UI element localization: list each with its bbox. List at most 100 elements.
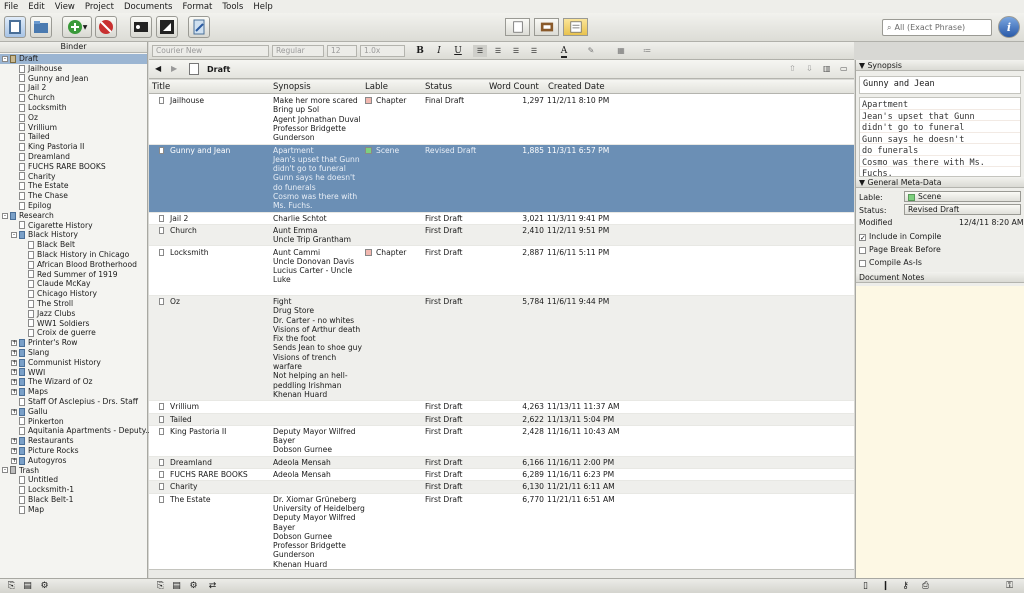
binder-item[interactable]: Untitled xyxy=(0,475,147,485)
justify-button[interactable]: ☰ xyxy=(527,45,541,57)
swap-arrows-icon[interactable]: ⇄ xyxy=(207,581,218,592)
binder-item[interactable]: Staff Of Asclepius - Drs. Staff xyxy=(0,397,147,407)
expand-icon[interactable]: + xyxy=(11,379,17,386)
outliner-row[interactable]: Church Aunt Emma Uncle Trip Grantham First … xyxy=(149,224,854,247)
menu-format[interactable]: Format xyxy=(182,2,212,12)
binder-item[interactable]: - Research xyxy=(0,211,147,221)
add-folder-icon[interactable]: ▤ xyxy=(171,581,182,592)
highlight-button[interactable]: ✎ xyxy=(581,45,601,57)
expand-icon[interactable]: + xyxy=(11,447,17,454)
full-screen-button[interactable] xyxy=(156,16,178,38)
outliner-row[interactable]: Jailhouse Make her more scared Bring up So… xyxy=(149,95,854,145)
outliner-row[interactable]: King Pastoria II Deputy Mayor Wilfred Baye… xyxy=(149,426,854,457)
outliner-row[interactable]: Oz Fight Drug Store Dr. Carter - no whites V… xyxy=(149,296,854,402)
table-button[interactable]: ▦ xyxy=(611,45,631,57)
outliner-row[interactable]: The Estate Dr. Xiomar Grüneberg University… xyxy=(149,494,854,569)
binder-item[interactable]: Jailhouse xyxy=(0,64,147,74)
binder-item[interactable]: Map xyxy=(0,505,147,515)
binder-item[interactable]: + Maps xyxy=(0,387,147,397)
up-arrow-icon[interactable]: ⇧ xyxy=(789,64,796,73)
back-arrow-icon[interactable]: ◀ xyxy=(155,64,161,73)
bold-button[interactable]: B xyxy=(413,45,427,57)
keywords-button[interactable] xyxy=(130,16,152,38)
add-document-icon[interactable]: ⎘ xyxy=(155,581,166,592)
collections-button[interactable] xyxy=(30,16,52,38)
binder-item[interactable]: Locksmith-1 xyxy=(0,485,147,495)
binder-item[interactable]: + Picture Rocks xyxy=(0,446,147,456)
menu-file[interactable]: File xyxy=(4,2,18,12)
status-select[interactable]: Revised Draft xyxy=(904,204,1021,215)
binder-item[interactable]: + Restaurants xyxy=(0,436,147,446)
line-spacing-select[interactable]: 1.0x xyxy=(360,45,405,57)
column-title[interactable]: Title xyxy=(152,82,170,92)
expand-icon[interactable]: + xyxy=(11,359,17,366)
expand-icon[interactable]: + xyxy=(11,438,17,445)
font-family-select[interactable]: Courier New xyxy=(152,45,269,57)
binder-item[interactable]: The Chase xyxy=(0,191,147,201)
binder-item[interactable]: The Stroll xyxy=(0,299,147,309)
add-folder-icon[interactable]: ▤ xyxy=(22,581,33,592)
binder-item[interactable]: - Trash xyxy=(0,466,147,476)
keywords-tab-icon[interactable]: ⚷ xyxy=(900,581,911,592)
outliner-row[interactable]: Charity First Draft 6,130 11/21/11 6:11 AM xyxy=(149,481,854,494)
binder-item[interactable]: Dreamland xyxy=(0,152,147,162)
binder-item[interactable]: Epilog xyxy=(0,201,147,211)
gear-icon[interactable]: ⚙ xyxy=(188,581,199,592)
collapse-icon[interactable]: - xyxy=(11,232,17,239)
binder-item[interactable]: Pinkerton xyxy=(0,417,147,427)
binder-item[interactable]: Charity xyxy=(0,172,147,182)
binder-item[interactable]: African Blood Brotherhood xyxy=(0,260,147,270)
binder-item[interactable]: Locksmith xyxy=(0,103,147,113)
view-corkboard-button[interactable] xyxy=(534,18,559,36)
info-button[interactable]: i xyxy=(998,16,1020,38)
list-button[interactable]: ≔ xyxy=(637,45,657,57)
page-break-checkbox[interactable]: Page Break Before xyxy=(859,245,941,254)
binder-item[interactable]: Claude McKay xyxy=(0,279,147,289)
binder-item[interactable]: Jail 2 xyxy=(0,83,147,93)
binder-toggle-button[interactable] xyxy=(4,16,26,38)
binder-item[interactable]: Church xyxy=(0,93,147,103)
column-label[interactable]: Lable xyxy=(365,82,388,92)
binder-item[interactable]: Red Summer of 1919 xyxy=(0,270,147,280)
underline-button[interactable]: U xyxy=(451,45,465,57)
collapse-icon[interactable]: - xyxy=(2,212,8,219)
binder-item[interactable]: FUCHS RARE BOOKS xyxy=(0,162,147,172)
synopsis-text-field[interactable]: Apartment Jean's upset that Gunn didn't go… xyxy=(859,97,1021,177)
lock-icon[interactable]: ⚿ xyxy=(1004,581,1015,592)
outliner-row[interactable]: Locksmith Aunt Cammi Uncle Donovan Davis Lu… xyxy=(149,247,854,296)
binder-item[interactable]: Black History in Chicago xyxy=(0,250,147,260)
binder-item[interactable]: Black Belt xyxy=(0,240,147,250)
menu-view[interactable]: View xyxy=(55,2,75,12)
forward-arrow-icon[interactable]: ▶ xyxy=(171,64,177,73)
modified-caption[interactable]: Modified xyxy=(859,218,892,227)
binder-item[interactable]: + Printer's Row xyxy=(0,338,147,348)
italic-button[interactable]: I xyxy=(432,45,446,57)
delete-button[interactable] xyxy=(95,16,117,38)
label-select[interactable]: Scene xyxy=(904,191,1021,202)
synopsis-title-field[interactable]: Gunny and Jean xyxy=(859,76,1021,94)
binder-item[interactable]: - Black History xyxy=(0,230,147,240)
text-color-button[interactable]: A xyxy=(554,45,574,58)
collapse-icon[interactable]: - xyxy=(2,467,8,474)
binder-item[interactable]: - Draft xyxy=(0,54,147,64)
outliner-row[interactable]: Jail 2 Charlie Schtot First Draft 3,021 11/3… xyxy=(149,213,854,225)
binder-item[interactable]: Oz xyxy=(0,113,147,123)
binder-item[interactable]: Gunny and Jean xyxy=(0,74,147,84)
expand-icon[interactable]: + xyxy=(11,408,17,415)
collapse-icon[interactable]: - xyxy=(2,55,8,62)
view-scrivenings-button[interactable] xyxy=(505,18,530,36)
binder-item[interactable]: Jazz Clubs xyxy=(0,309,147,319)
menu-edit[interactable]: Edit xyxy=(28,2,44,12)
binder-item[interactable]: Croix de guerre xyxy=(0,328,147,338)
references-tab-icon[interactable]: ❙ xyxy=(880,581,891,592)
include-compile-checkbox[interactable]: ✓ Include in Compile xyxy=(859,232,941,241)
menu-documents[interactable]: Documents xyxy=(124,2,172,12)
view-outliner-button[interactable] xyxy=(563,18,588,36)
menu-tools[interactable]: Tools xyxy=(222,2,243,12)
horizontal-scrollbar[interactable] xyxy=(149,569,854,578)
compile-as-is-checkbox[interactable]: Compile As-Is xyxy=(859,258,922,267)
align-center-button[interactable]: ☰ xyxy=(491,45,505,57)
column-created-date[interactable]: Created Date xyxy=(548,82,605,92)
binder-item[interactable]: Black Belt-1 xyxy=(0,495,147,505)
close-split-icon[interactable]: ▭ xyxy=(840,64,848,73)
